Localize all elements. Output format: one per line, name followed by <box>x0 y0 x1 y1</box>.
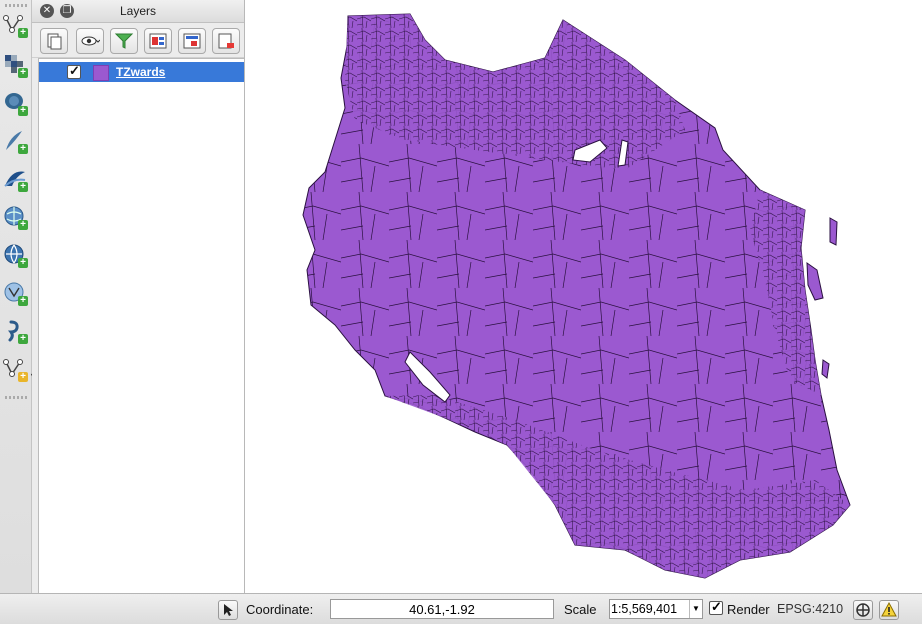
render-checkbox[interactable]: ✓ <box>709 599 723 615</box>
layer-symbol-swatch[interactable] <box>93 65 109 81</box>
layers-panel-toolbar <box>32 23 244 58</box>
chevron-down-icon[interactable]: ▼ <box>689 600 702 618</box>
add-wfs-layer-button[interactable]: + <box>2 280 28 306</box>
warning-icon <box>881 601 897 617</box>
layer-item-tzwards[interactable]: ✓ TZwards <box>39 62 244 82</box>
toggle-coordinates-button[interactable] <box>218 600 238 620</box>
render-label: Render <box>727 602 770 617</box>
expand-all-icon <box>149 33 167 49</box>
crs-globe-icon <box>856 603 870 617</box>
map-canvas[interactable] <box>245 0 922 593</box>
collapse-all-button[interactable] <box>178 28 206 54</box>
island-zanzibar <box>806 262 824 301</box>
scale-label: Scale <box>564 602 597 617</box>
add-raster-layer-button[interactable]: + <box>2 52 28 78</box>
remove-layer-icon <box>218 33 234 49</box>
open-layer-styling-icon <box>47 33 62 50</box>
new-shapefile-layer-button[interactable]: + <box>2 356 28 382</box>
island-mafia <box>821 359 830 379</box>
scale-value[interactable]: 1:5,569,401 <box>611 602 677 616</box>
layers-tree: ✓ TZwards <box>38 58 244 593</box>
layer-name[interactable]: TZwards <box>116 65 165 79</box>
add-mssql-layer-button[interactable]: + <box>2 166 28 192</box>
manage-visibility-button[interactable] <box>76 28 104 54</box>
add-wcs-layer-button[interactable]: + <box>2 242 28 268</box>
layer-toolbar: + + + + + + + + + + <box>0 0 38 593</box>
scale-combobox[interactable]: 1:5,569,401 ▼ <box>609 599 703 619</box>
coordinate-label: Coordinate: <box>246 602 314 617</box>
add-postgis-layer-button[interactable]: + <box>2 90 28 116</box>
toolbar-grip-bottom[interactable] <box>5 396 27 399</box>
remove-layer-button[interactable] <box>212 28 240 54</box>
crs-status-label[interactable]: EPSG:4210 <box>777 602 843 616</box>
crs-projection-button[interactable] <box>853 600 873 620</box>
collapse-all-icon <box>183 33 201 49</box>
open-layer-styling-button[interactable] <box>40 28 68 54</box>
toolbar-grip[interactable] <box>5 4 27 7</box>
add-delimited-text-layer-button[interactable]: + <box>2 318 28 344</box>
layers-panel-title: Layers <box>119 4 157 18</box>
add-wms-layer-button[interactable]: + <box>2 204 28 230</box>
add-vector-layer-button[interactable]: + <box>2 12 28 38</box>
expand-all-button[interactable] <box>144 28 172 54</box>
map-view[interactable] <box>245 0 922 593</box>
layer-visibility-checkbox[interactable]: ✓ <box>67 63 81 79</box>
status-bar: Coordinate: Scale 1:5,569,401 ▼ ✓ Render… <box>0 593 922 624</box>
filter-legend-icon <box>114 33 134 49</box>
messages-button[interactable] <box>879 600 899 620</box>
layers-panel-titlebar: ✕ ❐ Layers <box>32 0 244 23</box>
island-pemba <box>829 217 838 246</box>
coordinate-field[interactable] <box>330 599 554 619</box>
manage-visibility-icon <box>81 36 100 46</box>
filter-legend-button[interactable] <box>110 28 138 54</box>
mouse-pointer-icon <box>224 604 233 616</box>
add-spatialite-layer-button[interactable]: + <box>2 128 28 154</box>
layers-panel: ✕ ❐ Layers ✓ TZwards <box>32 0 245 593</box>
